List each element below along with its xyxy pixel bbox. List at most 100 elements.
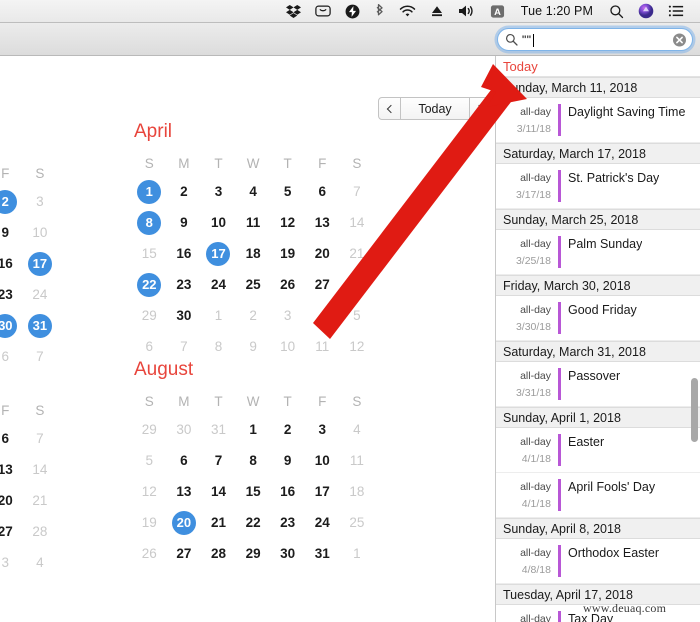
day-cell[interactable]: 8 [132, 207, 167, 238]
day-cell[interactable]: 30 [0, 310, 23, 341]
day-cell[interactable]: 10 [305, 445, 340, 476]
day-cell[interactable]: 23 [0, 279, 23, 310]
day-cell[interactable]: 1 [236, 414, 271, 445]
day-cell[interactable]: 3 [201, 176, 236, 207]
month-april[interactable]: April SMTWTFS 1 2 3 4 5 6 7 8 9 10 11 12 13 14 15 16 17 1… [132, 121, 374, 362]
wifi-icon[interactable] [392, 0, 423, 23]
dropbox-icon[interactable] [279, 0, 308, 23]
day-cell[interactable]: 20 [305, 238, 340, 269]
day-cell[interactable]: 21 [23, 485, 58, 516]
day-cell[interactable]: 3 [305, 414, 340, 445]
day-cell[interactable]: 1 [132, 176, 167, 207]
day-cell[interactable]: 14 [340, 207, 375, 238]
day-cell[interactable]: 31 [201, 414, 236, 445]
calendar-nav-cluster[interactable]: Today [378, 97, 492, 120]
notification-center-icon[interactable] [661, 0, 692, 23]
day-cell[interactable]: 7 [23, 423, 58, 454]
flash-icon[interactable] [338, 0, 367, 23]
today-button[interactable]: Today [401, 97, 469, 120]
day-cell[interactable]: 23 [167, 269, 202, 300]
bluetooth-icon[interactable] [367, 0, 392, 23]
day-cell[interactable]: 8 [236, 445, 271, 476]
day-cell[interactable]: 26 [270, 269, 305, 300]
month-partial-top[interactable]: FS 2 3 9 10 16 17 23 24 30 31 6 7 [0, 160, 57, 372]
day-cell[interactable]: 30 [270, 538, 305, 569]
day-cell[interactable]: 2 [167, 176, 202, 207]
day-cell[interactable]: 17 [23, 248, 58, 279]
month-august[interactable]: August SMTWTFS 29 30 31 1 2 3 4 5 6 7 8 9 10 11 12 13 14… [132, 359, 374, 569]
eject-icon[interactable] [423, 0, 451, 23]
result-event-row[interactable]: all-day 3/25/18 Palm Sunday [496, 230, 700, 275]
day-cell[interactable]: 5 [132, 445, 167, 476]
day-cell[interactable]: 9 [0, 217, 23, 248]
day-cell[interactable]: 20 [167, 507, 202, 538]
result-event-row[interactable]: all-day 3/30/18 Good Friday [496, 296, 700, 341]
results-scrollbar[interactable] [691, 60, 698, 618]
month-partial-bottom[interactable]: FS 6 7 13 14 20 21 27 28 3 4 [0, 397, 57, 578]
day-cell[interactable]: 5 [340, 300, 375, 331]
day-cell[interactable]: 25 [236, 269, 271, 300]
day-cell[interactable]: 2 [270, 414, 305, 445]
day-cell[interactable]: 27 [0, 516, 23, 547]
day-cell[interactable]: 17 [305, 476, 340, 507]
day-cell[interactable]: 26 [132, 538, 167, 569]
day-cell[interactable]: 14 [23, 454, 58, 485]
day-cell[interactable]: 11 [305, 331, 340, 362]
previous-button[interactable] [378, 97, 401, 120]
day-cell[interactable]: 4 [305, 300, 340, 331]
day-cell[interactable]: 11 [340, 445, 375, 476]
day-cell[interactable]: 2 [236, 300, 271, 331]
next-button[interactable] [469, 97, 492, 120]
day-cell[interactable]: 15 [132, 238, 167, 269]
day-cell[interactable]: 31 [23, 310, 58, 341]
day-cell[interactable]: 21 [201, 507, 236, 538]
day-cell[interactable]: 18 [340, 476, 375, 507]
day-cell[interactable]: 6 [305, 176, 340, 207]
results-list[interactable]: Sunday, March 11, 2018 all-day 3/11/18 Dayl… [496, 77, 700, 622]
day-cell[interactable]: 28 [340, 269, 375, 300]
day-cell[interactable]: 11 [236, 207, 271, 238]
day-cell[interactable]: 24 [201, 269, 236, 300]
day-cell[interactable]: 4 [23, 547, 58, 578]
scrollbar-thumb[interactable] [691, 378, 698, 442]
day-cell[interactable]: 19 [132, 507, 167, 538]
volume-icon[interactable] [451, 0, 483, 23]
day-cell[interactable]: 30 [167, 300, 202, 331]
search-input-value[interactable]: "" [522, 34, 532, 46]
menu-bar-clock[interactable]: Tue 1:20 PM [512, 0, 602, 23]
day-cell[interactable]: 16 [167, 238, 202, 269]
day-cell[interactable]: 13 [167, 476, 202, 507]
day-cell[interactable]: 9 [167, 207, 202, 238]
day-cell[interactable]: 5 [270, 176, 305, 207]
day-cell[interactable]: 6 [0, 423, 23, 454]
day-cell[interactable]: 1 [201, 300, 236, 331]
day-cell[interactable]: 21 [340, 238, 375, 269]
day-cell[interactable]: 25 [340, 507, 375, 538]
day-cell[interactable]: 28 [23, 516, 58, 547]
day-cell[interactable]: 4 [236, 176, 271, 207]
day-cell[interactable]: 3 [0, 547, 23, 578]
result-event-row[interactable]: all-day 3/11/18 Daylight Saving Time [496, 98, 700, 143]
input-source-icon[interactable]: A [483, 0, 512, 23]
result-event-row[interactable]: all-day 3/31/18 Passover [496, 362, 700, 407]
day-cell[interactable]: 6 [0, 341, 23, 372]
result-event-row[interactable]: all-day 4/8/18 Orthodox Easter [496, 539, 700, 584]
result-event-row[interactable]: all-day 4/1/18 April Fools' Day [496, 473, 700, 518]
day-cell[interactable]: 12 [132, 476, 167, 507]
day-cell[interactable]: 15 [236, 476, 271, 507]
calendar-year-view[interactable]: Today FS 2 3 9 10 16 17 23 24 30 31 6 7 April SMTWT… [0, 56, 495, 622]
day-cell[interactable]: 13 [305, 207, 340, 238]
day-cell[interactable]: 29 [236, 538, 271, 569]
day-cell[interactable]: 16 [270, 476, 305, 507]
day-cell[interactable]: 3 [23, 186, 58, 217]
search-results-panel[interactable]: Today Sunday, March 11, 2018 all-day 3/11/… [495, 56, 700, 622]
day-cell[interactable]: 10 [23, 217, 58, 248]
day-cell[interactable]: 22 [132, 269, 167, 300]
day-cell[interactable]: 1 [340, 538, 375, 569]
day-cell[interactable]: 13 [0, 454, 23, 485]
day-cell[interactable]: 17 [201, 238, 236, 269]
spotlight-icon[interactable] [602, 0, 631, 23]
day-cell[interactable]: 16 [0, 248, 23, 279]
day-cell[interactable]: 27 [167, 538, 202, 569]
day-cell[interactable]: 28 [201, 538, 236, 569]
